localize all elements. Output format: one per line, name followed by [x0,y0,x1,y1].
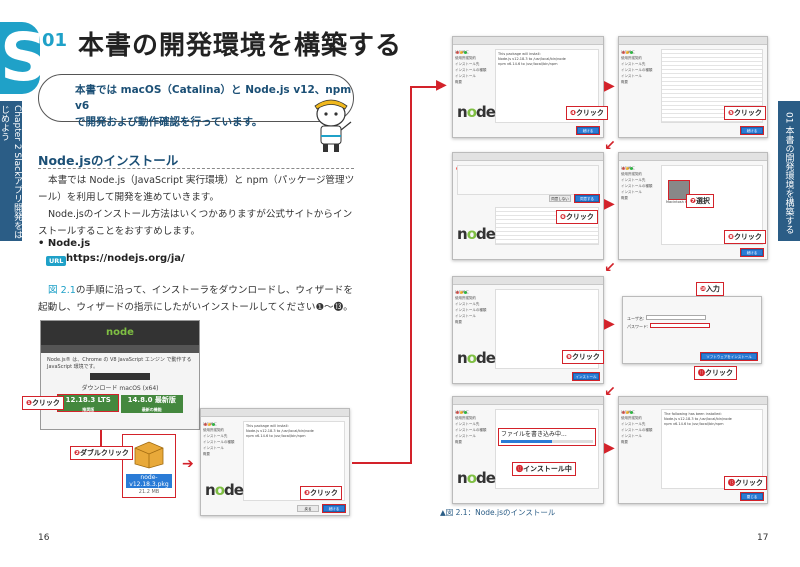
chapter-side-tab: Chapter 2 Slackアプリ開発をはじめよう [0,101,22,241]
url-badge: URL [46,256,67,266]
download-current-button[interactable]: 14.8.0 最新版 最新の機能 [120,395,183,413]
username-label: ユーザ名: [627,316,645,321]
continue-button[interactable]: 続ける [740,248,764,257]
step-3-callout: ❸クリック [300,486,342,500]
step-1-callout: ❶クリック [22,396,64,410]
section-side-tab: 01 本書の開発環境を構築する [778,101,800,241]
download-heading: ダウンロード macOS (x64) [81,385,159,392]
connector [352,462,412,464]
continue-button[interactable]: 続ける [576,126,600,135]
username-field[interactable] [645,315,706,320]
installer-window-agree: 同意しない 同意する node [452,152,604,260]
pkg-size: 21.2 MB [138,489,160,495]
continue-button[interactable]: 続ける [322,504,346,513]
figure-caption: ▲図 2.1：Node.jsのインストール [440,508,556,517]
node-logo-icon: node [457,349,496,367]
page-number-right: 17 [757,533,769,543]
auth-dialog: ユーザ名: パスワード: ソフトウェアをインストール [622,296,762,364]
step-4-callout: ❹クリック [566,106,608,120]
pkg-label: node-v12.18.3.pkg [126,474,172,488]
current-sub: 最新の機能 [141,407,162,412]
node-logo-icon: node [457,225,496,243]
site-nav-bar [41,345,199,353]
arrow-right-icon: ▶ [436,77,447,93]
download-lts-button[interactable]: 12.18.3 LTS 推奨版 [57,394,120,412]
bullet-nodejs: • Node.js [38,238,91,249]
node-logo-icon: node [457,469,496,487]
node-logo-icon: node [205,481,244,499]
step-13-callout: ⓭クリック [724,476,767,490]
installer-window-type: はじめに 使用許諾契約 インストール先 インストールの種類 インストール 概要 node … [452,276,604,384]
paragraph-1: 本書では Node.js（JavaScript 実行環境）と npm（パッケージ… [38,175,355,203]
step-12-callout: ⓬インストール中 [512,462,576,476]
nodejs-url-link[interactable]: https://nodejs.org/ja/ [66,253,185,264]
writing-files-text: ファイルを書き込み中... [501,431,567,438]
installer-window-progress: はじめに 使用許諾契約 インストール先 インストールの種類 インストール 概要 ファイルを… [452,396,604,504]
step-7-callout: ❼選択 [686,194,714,208]
installer-window-readme: はじめに 使用許諾契約 インストール先 インストールの種類 インストール 概要 This … [452,36,604,138]
disagree-button[interactable]: 同意しない [549,195,571,202]
step-2-callout: ❷ダブルクリック [70,446,133,460]
section-divider [38,168,354,169]
chapter-number: 01 [42,30,68,51]
progress-panel: ファイルを書き込み中... [498,428,596,446]
arrow-down-left-icon: ↙ [604,384,616,400]
arrow-right-icon: ▶ [604,78,615,94]
arrow-right-icon: ➔ [182,456,194,472]
page-title: 本書の開発環境を構築する [78,31,403,61]
arrow-down-left-icon: ↙ [604,260,616,276]
figure-reference: 図 2.1 [48,285,76,296]
black-lives-matter-banner [90,373,150,380]
section-heading: Node.jsのインストール [38,153,179,168]
arrow-right-icon: ▶ [604,440,615,456]
arrow-down-left-icon: ↙ [604,138,616,154]
step-6-callout: ❻クリック [556,210,598,224]
install-software-button[interactable]: ソフトウェアをインストール [700,352,758,361]
install-button[interactable]: インストール [572,372,600,381]
package-icon [134,441,164,469]
paragraph-3-text: の手順に沿って、インストーラをダウンロードし、ウィザードを起動し、ウィザードの指… [38,285,353,313]
step-10-callout: ❿入力 [696,282,724,296]
current-version: 14.8.0 最新版 [127,396,176,404]
password-label: パスワード: [627,324,649,329]
step-8-callout: ❽クリック [724,230,766,244]
step-5-callout: ❺クリック [724,106,766,120]
step-9-callout: ❾クリック [562,350,604,364]
installer-sidebar: はじめに 使用許諾契約 インストール先 インストールの種類 インストール 概要 [203,422,235,456]
auth-message: ユーザ名: パスワード: [623,297,761,333]
nodejs-website-screenshot: node Node.js® は、Chrome の V8 JavaScript エ… [40,320,200,430]
lts-sub: 推奨版 [82,407,95,412]
chapter-badge: S [0,19,48,96]
connector [410,86,412,464]
page-number-left: 16 [38,533,50,543]
agree-dialog [457,165,599,195]
continue-button[interactable]: 続ける [740,126,764,135]
close-button[interactable]: 閉じる [740,492,764,501]
node-logo: node [41,321,199,345]
back-button[interactable]: 戻る [297,505,319,512]
connector [100,430,102,446]
paragraph-3: 図 2.1の手順に沿って、インストーラをダウンロードし、ウィザードを起動し、ウィ… [38,282,356,316]
lts-version: 12.18.3 LTS [65,396,111,404]
agree-button[interactable]: 同意する [574,194,600,203]
site-tagline: Node.js® は、Chrome の V8 JavaScript エンジン で… [47,357,192,370]
arrow-right-icon: ▶ [604,196,615,212]
progress-bar-fill [501,440,552,443]
pkg-file[interactable]: node-v12.18.3.pkg 21.2 MB [122,434,176,498]
installer-window-license: はじめに 使用許諾契約 インストール先 インストールの種類 インストール 概要 続ける [618,36,768,138]
password-field[interactable] [649,323,710,328]
mascot-illustration [314,99,352,152]
step-11-callout: ⓫クリック [694,366,737,380]
paragraph-2: Node.jsのインストール方法はいくつかありますが公式サイトからインストールす… [38,209,353,237]
arrow-right-icon: ▶ [604,316,615,332]
node-logo-icon: node [457,103,496,121]
